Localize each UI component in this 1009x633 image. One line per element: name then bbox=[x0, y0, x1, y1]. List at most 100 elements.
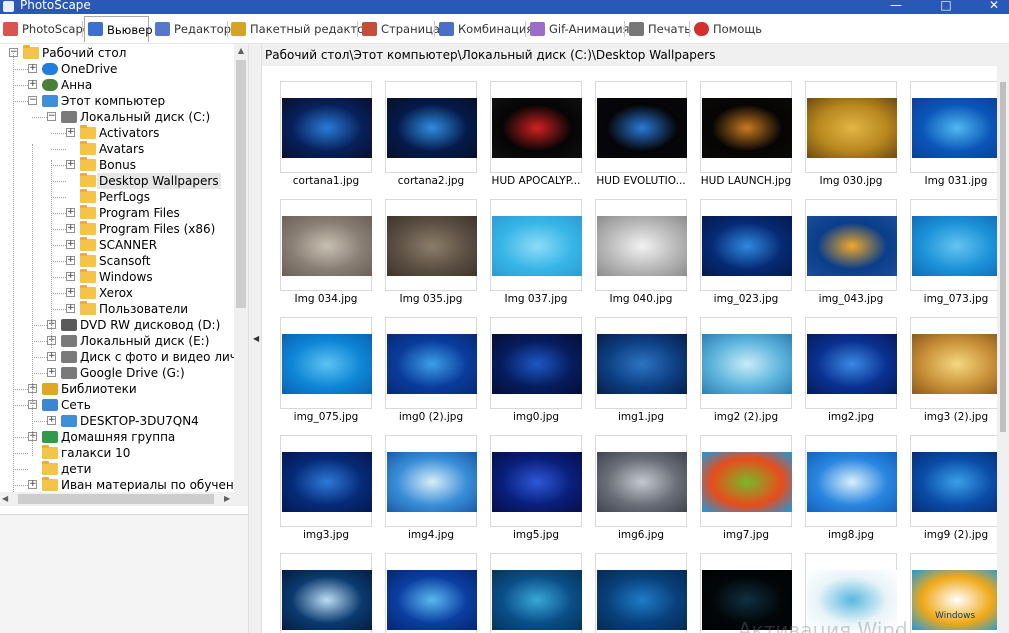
thumbnail-tile[interactable]: Img 034.jpg bbox=[280, 199, 372, 309]
thumbnail-tile[interactable] bbox=[490, 553, 582, 633]
tab-gif-animation[interactable]: Gif-Анимация bbox=[527, 17, 629, 41]
tree-item[interactable]: PerfLogs bbox=[0, 189, 248, 205]
expand-icon[interactable]: + bbox=[66, 160, 75, 169]
thumbnail-tile[interactable]: HUD EVOLUTIO... bbox=[595, 81, 687, 191]
tree-item[interactable]: + Анна bbox=[0, 77, 248, 93]
thumbnail-tile[interactable]: cortana2.jpg bbox=[385, 81, 477, 191]
expand-icon[interactable]: + bbox=[28, 480, 37, 489]
thumbnail-tile[interactable]: Img 031.jpg bbox=[910, 81, 1002, 191]
scroll-left-arrow-icon[interactable]: ◀ bbox=[2, 492, 8, 506]
thumbnail-tile[interactable]: img9 (2).jpg bbox=[910, 435, 1002, 545]
tree-item[interactable]: − Этот компьютер bbox=[0, 93, 248, 109]
thumbnail-tile[interactable]: Img 037.jpg bbox=[490, 199, 582, 309]
tree-horizontal-scroll-thumb[interactable] bbox=[18, 494, 214, 504]
tree-item[interactable]: + Диск с фото и видео личн bbox=[0, 349, 248, 365]
expand-icon[interactable]: + bbox=[66, 128, 75, 137]
thumbnail-tile[interactable]: img_075.jpg bbox=[280, 317, 372, 427]
expand-icon[interactable]: + bbox=[47, 416, 56, 425]
tree-item[interactable]: Avatars bbox=[0, 141, 248, 157]
thumbnail-tile[interactable]: HUD APOCALYP... bbox=[490, 81, 582, 191]
panel-splitter[interactable]: ◀ bbox=[248, 44, 262, 633]
expand-icon[interactable]: + bbox=[47, 368, 56, 377]
thumbnail-tile[interactable]: img0 (2).jpg bbox=[385, 317, 477, 427]
tree-item[interactable]: + Windows bbox=[0, 269, 248, 285]
thumbnail-tile[interactable]: img3 (2).jpg bbox=[910, 317, 1002, 427]
tree-item[interactable]: + Библиотеки bbox=[0, 381, 248, 397]
minimize-button[interactable]: — bbox=[884, 0, 908, 14]
thumbnail-tile[interactable]: Img 030.jpg bbox=[805, 81, 897, 191]
tree-item[interactable]: + OneDrive bbox=[0, 61, 248, 77]
thumbnail-tile[interactable]: img2 (2).jpg bbox=[700, 317, 792, 427]
collapse-panel-icon[interactable]: ◀ bbox=[253, 334, 259, 343]
tree-item[interactable]: дети bbox=[0, 461, 248, 477]
tree-item[interactable]: + Иван материалы по обучению bbox=[0, 477, 248, 492]
tab-editor[interactable]: Редактор bbox=[152, 17, 231, 41]
tree-item[interactable]: + DVD RW дисковод (D:) bbox=[0, 317, 248, 333]
expand-icon[interactable]: + bbox=[28, 64, 37, 73]
thumbnail-tile[interactable] bbox=[910, 553, 1002, 633]
grid-vertical-scrollbar[interactable] bbox=[997, 66, 1009, 633]
tree-item[interactable]: − Рабочий стол bbox=[0, 45, 248, 61]
tab-viewer[interactable]: Вьювер bbox=[84, 16, 153, 42]
tree-item[interactable]: + DESKTOP-3DU7QN4 bbox=[0, 413, 248, 429]
tree-item[interactable]: + SCANNER bbox=[0, 237, 248, 253]
tree-horizontal-scrollbar[interactable]: ◀ ▶ bbox=[0, 492, 248, 506]
tree-item[interactable]: + Google Drive (G:) bbox=[0, 365, 248, 381]
maximize-button[interactable]: □ bbox=[934, 0, 958, 14]
tree-item[interactable]: + Домашняя группа bbox=[0, 429, 248, 445]
tree-vertical-scrollbar[interactable]: ▲ bbox=[234, 44, 248, 492]
thumbnail-tile[interactable]: img2.jpg bbox=[805, 317, 897, 427]
tree-item[interactable]: галакси 10 bbox=[0, 445, 248, 461]
thumbnail-tile[interactable]: img5.jpg bbox=[490, 435, 582, 545]
tree-item[interactable]: + Пользователи bbox=[0, 301, 248, 317]
thumbnail-tile[interactable]: Img 035.jpg bbox=[385, 199, 477, 309]
tab-batch-editor[interactable]: Пакетный редактор bbox=[228, 17, 372, 41]
tab-photoscape[interactable]: PhotoScape bbox=[0, 17, 90, 41]
thumbnail-tile[interactable]: HUD LAUNCH.jpg bbox=[700, 81, 792, 191]
thumbnail-tile[interactable]: img0.jpg bbox=[490, 317, 582, 427]
expand-icon[interactable]: + bbox=[66, 224, 75, 233]
thumbnail-tile[interactable]: img_043.jpg bbox=[805, 199, 897, 309]
thumbnail-tile[interactable]: img8.jpg bbox=[805, 435, 897, 545]
tree-item[interactable]: − Локальный диск (C:) bbox=[0, 109, 248, 125]
thumbnail-tile[interactable]: img4.jpg bbox=[385, 435, 477, 545]
expand-icon[interactable]: + bbox=[47, 352, 56, 361]
tree-item[interactable]: + Локальный диск (E:) bbox=[0, 333, 248, 349]
thumbnail-tile[interactable] bbox=[595, 553, 687, 633]
tree-item[interactable]: + Scansoft bbox=[0, 253, 248, 269]
thumbnail-tile[interactable] bbox=[385, 553, 477, 633]
tab-page[interactable]: Страница bbox=[359, 17, 440, 41]
thumbnail-tile[interactable]: img_073.jpg bbox=[910, 199, 1002, 309]
tree-item[interactable]: + Xerox bbox=[0, 285, 248, 301]
expand-icon[interactable]: + bbox=[66, 240, 75, 249]
tree-item[interactable]: + Program Files (x86) bbox=[0, 221, 248, 237]
thumbnail-tile[interactable]: img6.jpg bbox=[595, 435, 687, 545]
expand-icon[interactable]: + bbox=[66, 208, 75, 217]
expand-icon[interactable]: + bbox=[66, 304, 75, 313]
thumbnail-tile[interactable]: img_023.jpg bbox=[700, 199, 792, 309]
tab-help[interactable]: Помощь bbox=[691, 17, 762, 41]
close-button[interactable]: ✕ bbox=[982, 0, 1006, 14]
scroll-right-arrow-icon[interactable]: ▶ bbox=[224, 492, 230, 506]
scroll-up-arrow-icon[interactable]: ▲ bbox=[234, 44, 248, 58]
tree-item[interactable]: + Program Files bbox=[0, 205, 248, 221]
thumbnail-tile[interactable]: img1.jpg bbox=[595, 317, 687, 427]
tree-vertical-scroll-thumb[interactable] bbox=[236, 60, 246, 308]
tab-combine[interactable]: Комбинация bbox=[436, 17, 533, 41]
grid-vertical-scroll-thumb[interactable] bbox=[1000, 82, 1006, 432]
tree-item[interactable]: Desktop Wallpapers bbox=[0, 173, 248, 189]
collapse-icon[interactable]: − bbox=[28, 96, 37, 105]
thumbnail-tile[interactable] bbox=[280, 553, 372, 633]
tree-item[interactable]: − Сеть bbox=[0, 397, 248, 413]
thumbnail-tile[interactable]: img7.jpg bbox=[700, 435, 792, 545]
tab-print[interactable]: Печать bbox=[626, 17, 691, 41]
expand-icon[interactable]: + bbox=[28, 80, 37, 89]
expand-icon[interactable]: + bbox=[66, 256, 75, 265]
expand-icon[interactable]: + bbox=[66, 272, 75, 281]
thumbnail-tile[interactable]: img3.jpg bbox=[280, 435, 372, 545]
collapse-icon[interactable]: − bbox=[47, 112, 56, 121]
tree-item[interactable]: + Bonus bbox=[0, 157, 248, 173]
tree-item[interactable]: + Activators bbox=[0, 125, 248, 141]
expand-icon[interactable]: + bbox=[66, 288, 75, 297]
thumbnail-tile[interactable]: cortana1.jpg bbox=[280, 81, 372, 191]
